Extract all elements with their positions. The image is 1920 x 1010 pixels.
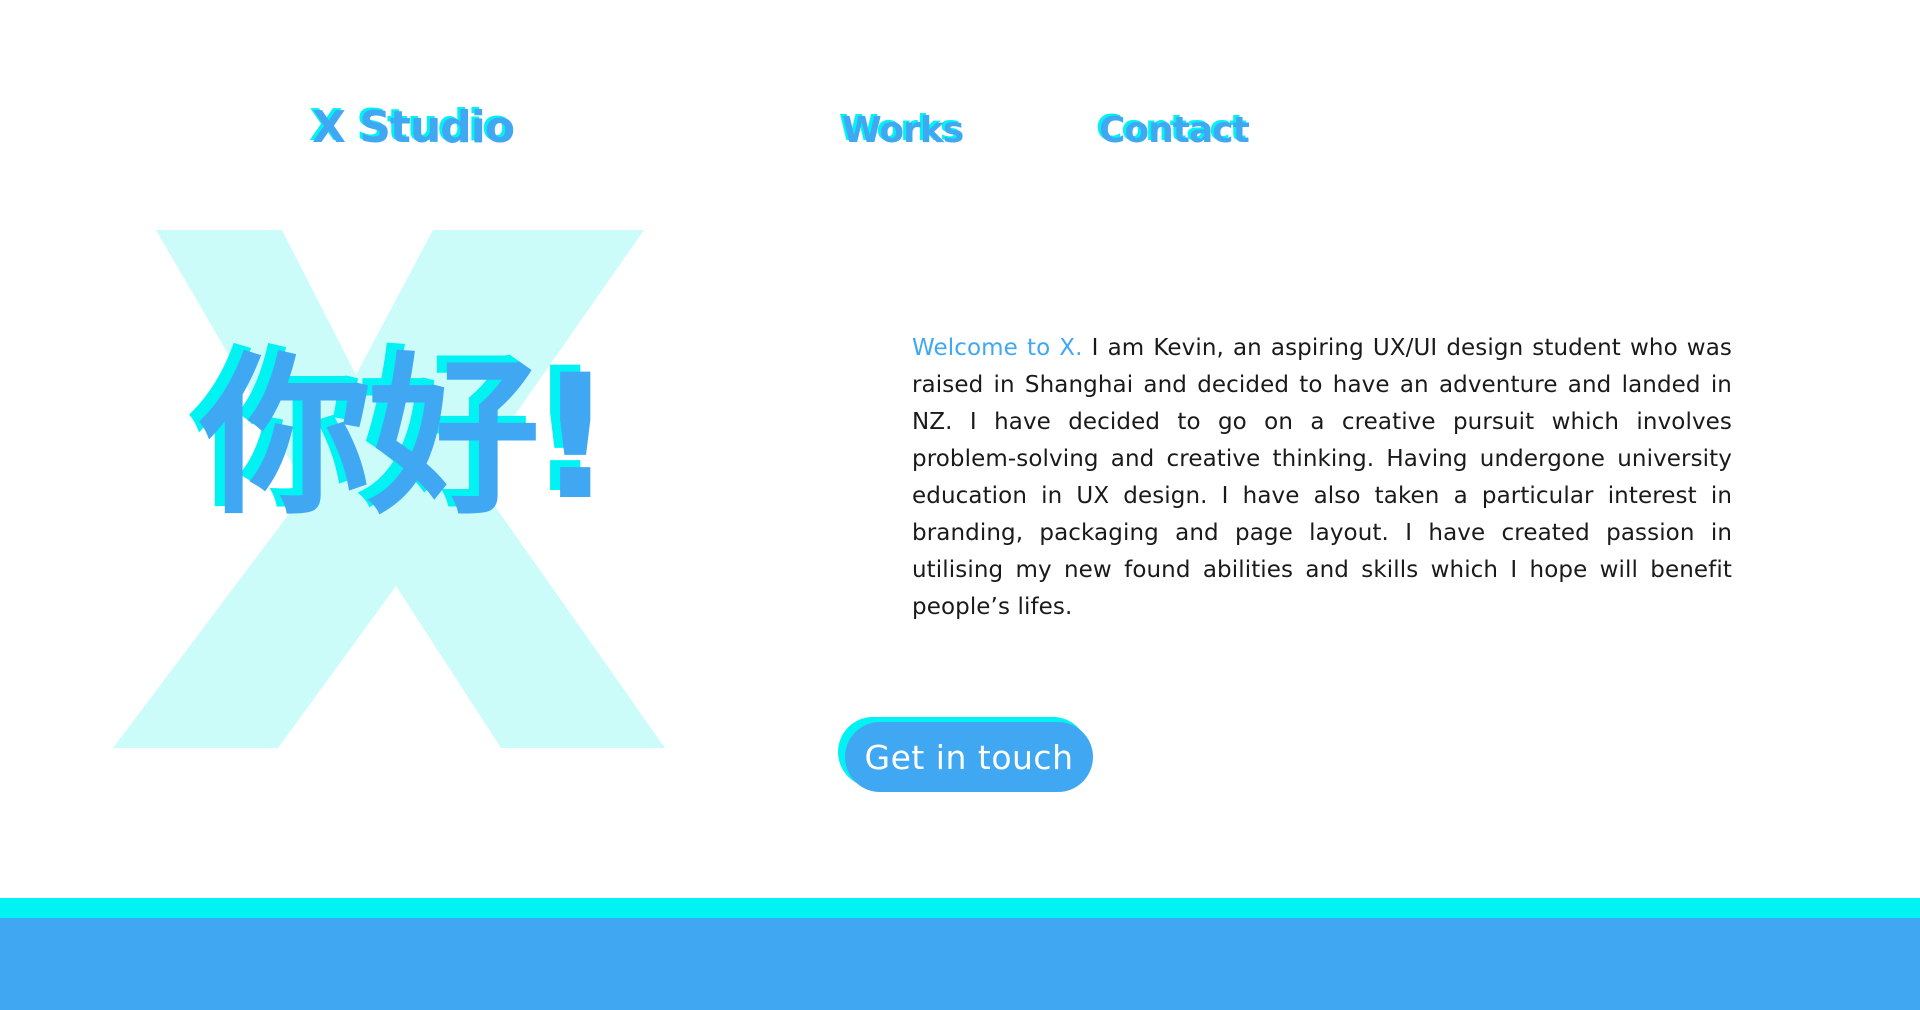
nav-link-contact[interactable]: Contact (1099, 110, 1250, 151)
greeting-heading: 你好! (200, 337, 614, 538)
page: X Studio Works Contact 你好! Welcome to X.… (0, 0, 1920, 1010)
nav-link-works[interactable]: Works (842, 110, 964, 151)
intro-body-text: I am Kevin, an aspiring UX/UI design stu… (912, 335, 1732, 620)
welcome-highlight: Welcome to X. (912, 335, 1083, 361)
intro-paragraph: Welcome to X. I am Kevin, an aspiring UX… (912, 330, 1732, 626)
footer (0, 918, 1920, 1010)
brand-logo[interactable]: X Studio (312, 102, 515, 153)
get-in-touch-button[interactable]: Get in touch (845, 722, 1093, 792)
footer-accent-band (0, 898, 1920, 918)
